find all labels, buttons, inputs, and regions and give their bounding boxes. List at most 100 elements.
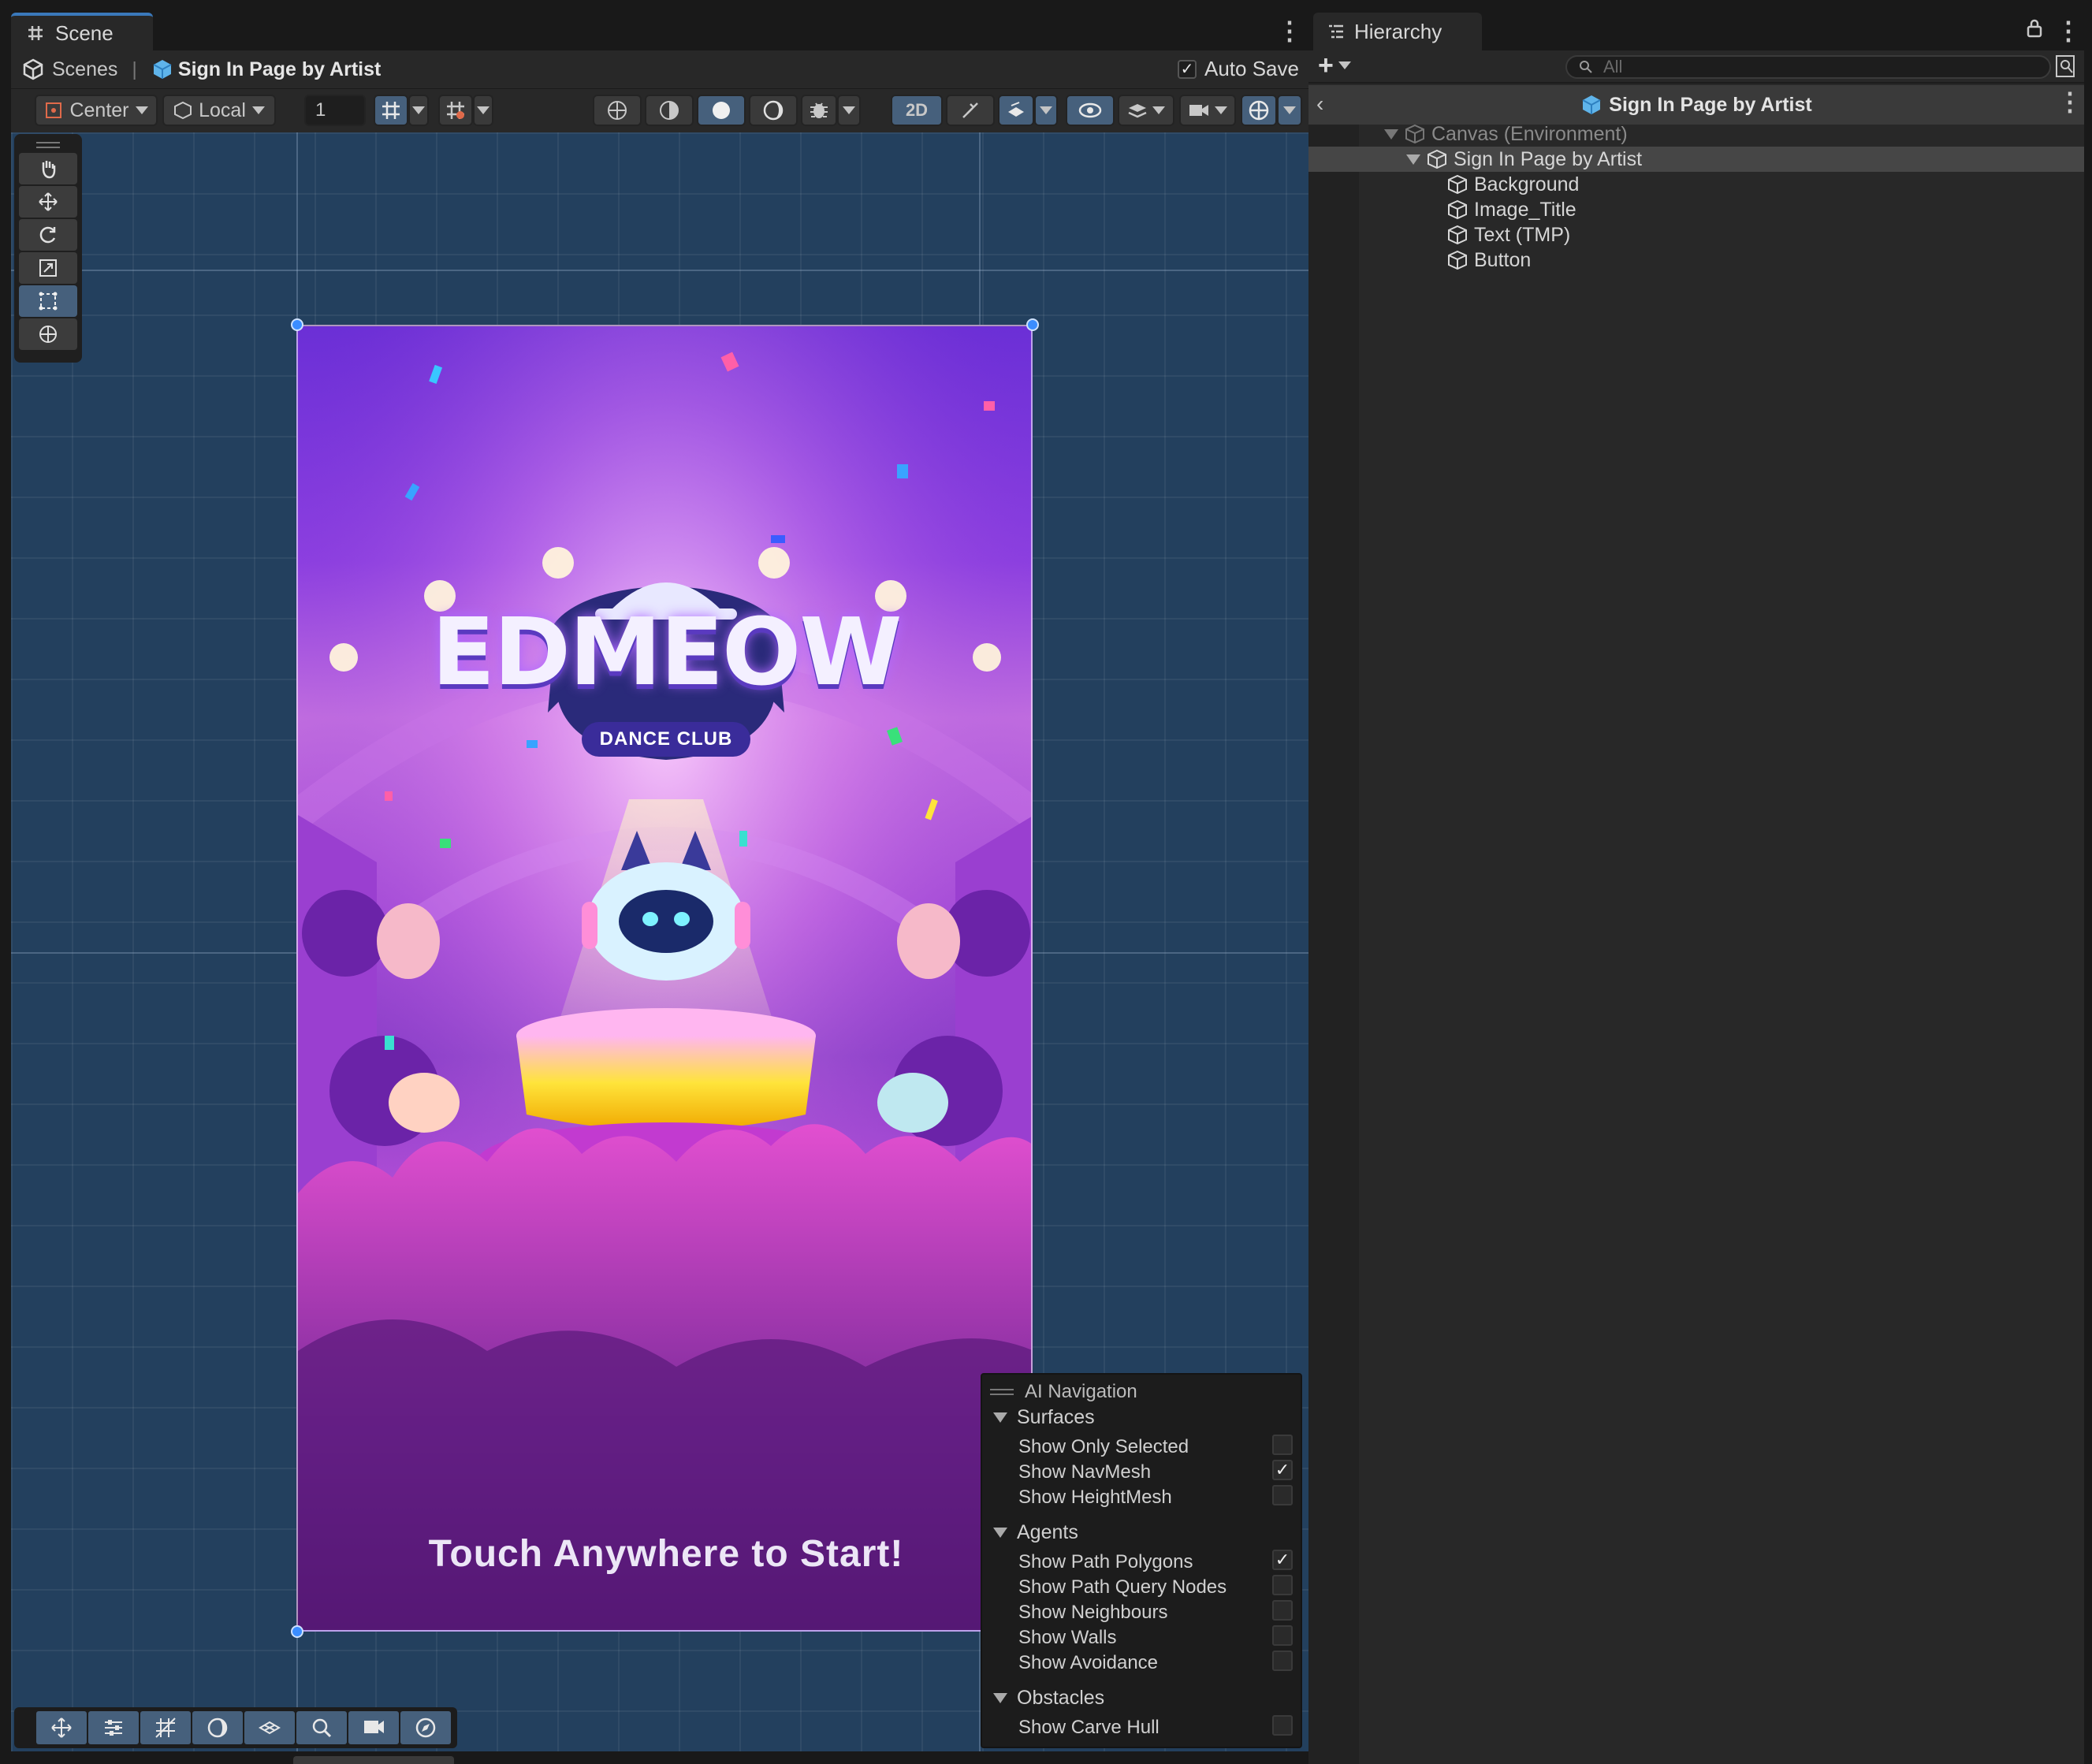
grid-snap-dropdown[interactable] <box>408 95 429 126</box>
unity-logo-icon <box>22 58 44 80</box>
auto-save-toggle[interactable]: ✓ Auto Save <box>1178 57 1299 81</box>
chevron-down-icon <box>251 106 265 114</box>
search-placeholder: All <box>1603 57 1623 76</box>
canvas-corner-handle[interactable] <box>291 1625 303 1638</box>
create-dropdown[interactable]: + <box>1318 52 1351 79</box>
title-subtitle: DANCE CLUB <box>582 722 750 757</box>
show-only-selected-checkbox[interactable] <box>1272 1435 1293 1455</box>
lock-icon[interactable] <box>2026 19 2043 42</box>
hierarchy-tree <box>1308 125 2084 1764</box>
sign-in-canvas[interactable]: EDMEOW DANCE CLUB Touch Anywhere to Star… <box>296 325 1033 1632</box>
mode-2d-toggle[interactable]: 2D <box>891 95 943 126</box>
back-chevron-icon[interactable]: ‹ <box>1316 91 1323 117</box>
header-more-menu-icon[interactable]: ⋮ <box>2057 87 2083 117</box>
hierarchy-tab-label: Hierarchy <box>1354 19 1442 43</box>
prefab-cube-icon <box>1580 94 1603 116</box>
shading-mode-dropdown[interactable] <box>837 95 861 126</box>
section-obstacles[interactable]: Obstacles <box>993 1687 1104 1710</box>
scene-visibility-eye-icon[interactable] <box>1066 95 1115 126</box>
tree-row-image-title[interactable]: Image_Title <box>1447 197 1576 222</box>
pivot-center-icon <box>44 101 63 120</box>
show-navmesh-checkbox[interactable]: ✓ <box>1272 1460 1293 1480</box>
hierarchy-more-menu-icon[interactable]: ⋮ <box>2056 16 2081 46</box>
tree-row-button[interactable]: Button <box>1447 247 1531 273</box>
transform-tool-icon[interactable] <box>19 318 77 350</box>
view-options-icon[interactable] <box>192 1711 243 1744</box>
touch-to-start-button[interactable]: Touch Anywhere to Start! <box>298 1532 1031 1587</box>
show-path-query-nodes-checkbox[interactable] <box>1272 1575 1293 1595</box>
breadcrumb-scenes[interactable]: Scenes <box>52 58 117 81</box>
hand-tool-icon[interactable] <box>19 153 77 184</box>
shaded-icon[interactable] <box>697 95 746 126</box>
overlay-toolbar <box>14 1707 457 1748</box>
show-carve-hull-checkbox[interactable] <box>1272 1715 1293 1736</box>
orientation-compass-icon[interactable] <box>400 1711 451 1744</box>
auto-save-checkbox[interactable]: ✓ <box>1178 59 1197 79</box>
expand-triangle-icon[interactable] <box>1406 154 1420 165</box>
option-label: Show Path Query Nodes <box>1018 1576 1227 1598</box>
option-label: Show Carve Hull <box>1018 1717 1160 1738</box>
expand-triangle-icon <box>993 1412 1007 1423</box>
section-agents[interactable]: Agents <box>993 1521 1078 1544</box>
tree-row-label: Canvas (Environment) <box>1431 122 1628 145</box>
ai-navigation-header[interactable]: AI Navigation <box>990 1381 1137 1403</box>
option-label: Show HeightMesh <box>1018 1487 1172 1508</box>
lighting-toggle-icon[interactable] <box>946 95 995 126</box>
gameobject-cube-icon <box>1447 225 1468 245</box>
unlit-icon[interactable] <box>749 95 798 126</box>
tree-row-text-tmp[interactable]: Text (TMP) <box>1447 222 1570 247</box>
drag-handle-icon[interactable] <box>19 139 77 151</box>
breadcrumb-current[interactable]: Sign In Page by Artist <box>178 58 381 81</box>
expand-triangle-icon[interactable] <box>1384 128 1398 140</box>
debug-bug-icon[interactable] <box>801 95 837 126</box>
gizmos-dropdown[interactable] <box>1277 95 1302 126</box>
rotate-tool-icon[interactable] <box>19 219 77 251</box>
increment-snap-icon[interactable] <box>438 95 473 126</box>
camera-dropdown[interactable] <box>1179 95 1236 126</box>
rect-tool-icon[interactable] <box>19 285 77 317</box>
search-icon[interactable] <box>296 1711 347 1744</box>
move-overlay-icon[interactable] <box>36 1711 87 1744</box>
drag-handle-icon[interactable] <box>990 1389 1014 1395</box>
hierarchy-search-input[interactable]: All <box>1565 55 2051 79</box>
layers-dropdown[interactable] <box>1118 95 1174 126</box>
pivot-mode-dropdown[interactable]: Center <box>35 95 158 126</box>
effects-dropdown[interactable] <box>1034 95 1058 126</box>
breadcrumb: Scenes | Sign In Page by Artist <box>11 50 1308 88</box>
canvas-corner-handle[interactable] <box>291 318 303 331</box>
tree-row-canvas-environment[interactable]: Canvas (Environment) <box>1359 121 2084 147</box>
navmesh-overlay-icon[interactable] <box>244 1711 295 1744</box>
camera-overlay-icon[interactable] <box>348 1711 399 1744</box>
gizmos-icon[interactable] <box>1241 95 1277 126</box>
show-path-polygons-checkbox[interactable]: ✓ <box>1272 1550 1293 1570</box>
show-walls-checkbox[interactable] <box>1272 1625 1293 1646</box>
horizontal-scrollbar[interactable] <box>293 1756 454 1764</box>
prefab-header-title: Sign In Page by Artist <box>1609 93 1812 116</box>
canvas-corner-handle[interactable] <box>1026 318 1039 331</box>
gameobject-cube-icon <box>1447 250 1468 270</box>
grid-size-input[interactable]: 1 <box>304 95 366 126</box>
grid-snapping-icon[interactable] <box>140 1711 191 1744</box>
show-heightmesh-checkbox[interactable] <box>1272 1485 1293 1505</box>
increment-snap-dropdown[interactable] <box>473 95 493 126</box>
wireframe-shading-icon[interactable] <box>593 95 642 126</box>
option-label: Show Avoidance <box>1018 1652 1159 1673</box>
show-avoidance-checkbox[interactable] <box>1272 1650 1293 1671</box>
pivot-rotation-dropdown[interactable]: Local <box>162 95 276 126</box>
grid-snap-icon[interactable] <box>374 95 408 126</box>
tree-row-sign-in-page[interactable]: Sign In Page by Artist <box>1308 147 2084 172</box>
scene-more-menu-icon[interactable]: ⋮ <box>1277 16 1302 46</box>
hierarchy-tab[interactable]: Hierarchy <box>1313 13 1482 50</box>
scale-tool-icon[interactable] <box>19 252 77 284</box>
option-label: Show Walls <box>1018 1627 1117 1648</box>
move-tool-icon[interactable] <box>19 186 77 218</box>
effects-icon[interactable] <box>998 95 1034 126</box>
scene-tab[interactable]: Scene <box>11 13 153 50</box>
search-by-type-icon[interactable] <box>2054 54 2076 83</box>
section-surfaces[interactable]: Surfaces <box>993 1406 1095 1429</box>
tool-settings-icon[interactable] <box>88 1711 139 1744</box>
shaded-wireframe-icon[interactable] <box>645 95 694 126</box>
show-neighbours-checkbox[interactable] <box>1272 1600 1293 1621</box>
tree-row-background[interactable]: Background <box>1447 172 1579 197</box>
list-icon <box>1327 24 1345 39</box>
